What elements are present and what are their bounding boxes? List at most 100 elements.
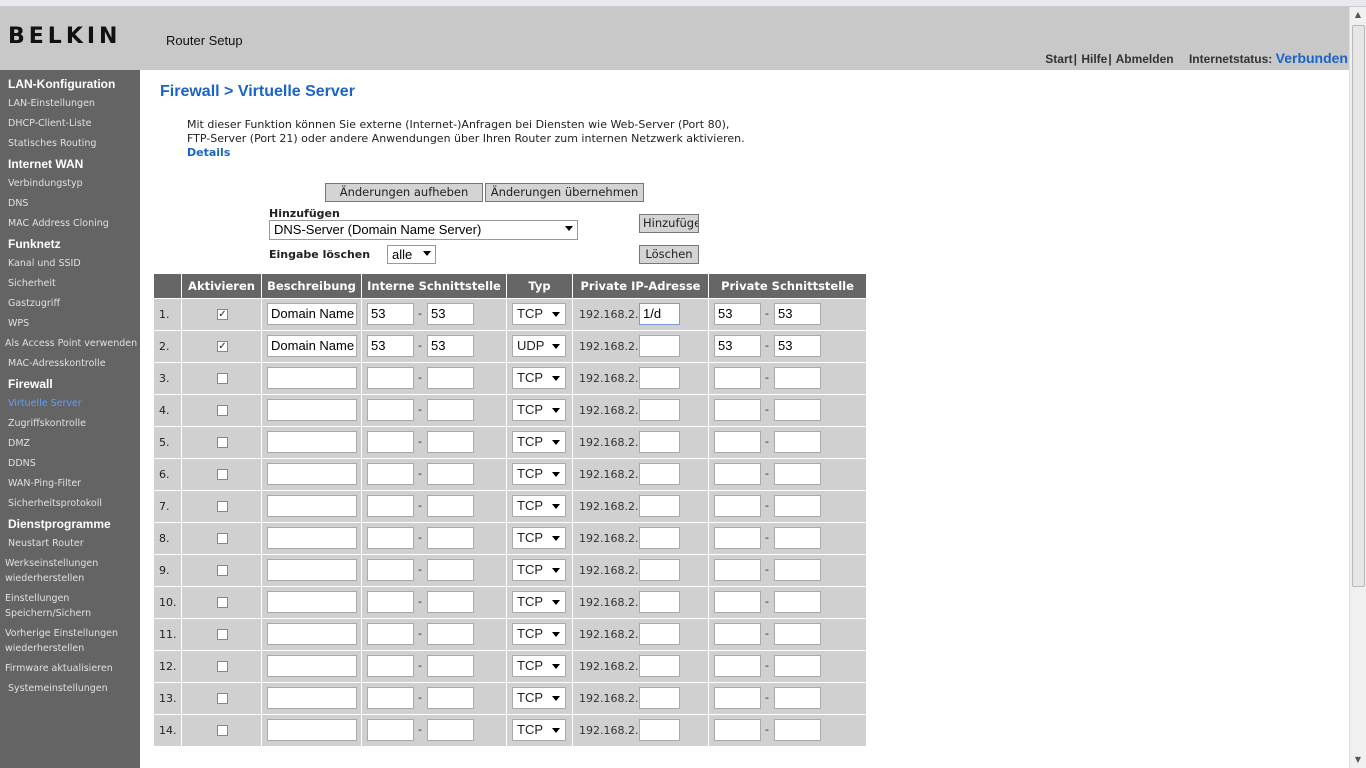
sidebar-item[interactable]: Statisches Routing xyxy=(0,134,140,154)
private-ip-input[interactable]: 1/d xyxy=(639,303,680,325)
sidebar-item[interactable]: Sicherheit xyxy=(0,274,140,294)
help-link[interactable]: Hilfe xyxy=(1081,52,1107,66)
private-port-from-input[interactable]: 53 xyxy=(714,303,761,325)
description-input[interactable]: Domain Name xyxy=(267,303,357,325)
private-port-from-input[interactable]: 53 xyxy=(714,335,761,357)
private-port-from-input[interactable] xyxy=(714,559,761,581)
internal-port-to-input[interactable] xyxy=(427,719,474,741)
sidebar-item[interactable]: DHCP-Client-Liste xyxy=(0,114,140,134)
private-port-to-input[interactable] xyxy=(774,495,821,517)
private-port-from-input[interactable] xyxy=(714,623,761,645)
internal-port-to-input[interactable] xyxy=(427,463,474,485)
internal-port-from-input[interactable] xyxy=(367,687,414,709)
private-port-to-input[interactable]: 53 xyxy=(774,303,821,325)
sidebar-item[interactable]: Kanal und SSID xyxy=(0,254,140,274)
description-input[interactable] xyxy=(267,527,357,549)
private-port-to-input[interactable] xyxy=(774,687,821,709)
type-select[interactable]: TCP xyxy=(512,591,566,613)
sidebar-item[interactable]: Virtuelle Server xyxy=(0,394,140,414)
internal-port-from-input[interactable] xyxy=(367,655,414,677)
private-ip-input[interactable] xyxy=(639,463,680,485)
internal-port-to-input[interactable] xyxy=(427,591,474,613)
internal-port-to-input[interactable] xyxy=(427,367,474,389)
sidebar-item[interactable]: Firmware aktualisieren xyxy=(0,659,140,679)
start-link[interactable]: Start xyxy=(1045,52,1072,66)
private-port-to-input[interactable] xyxy=(774,559,821,581)
enable-checkbox[interactable] xyxy=(217,629,228,640)
type-select[interactable]: TCP xyxy=(512,303,566,325)
description-input[interactable] xyxy=(267,623,357,645)
sidebar-item[interactable]: WPS xyxy=(0,314,140,334)
private-ip-input[interactable] xyxy=(639,527,680,549)
private-ip-input[interactable] xyxy=(639,719,680,741)
details-link[interactable]: Details xyxy=(187,146,230,159)
private-ip-input[interactable] xyxy=(639,687,680,709)
private-ip-input[interactable] xyxy=(639,559,680,581)
private-ip-input[interactable] xyxy=(639,623,680,645)
private-port-to-input[interactable] xyxy=(774,623,821,645)
sidebar-item[interactable]: Sicherheitsprotokoll xyxy=(0,494,140,514)
scroll-down-icon[interactable]: ▼ xyxy=(1350,752,1366,768)
type-select[interactable]: TCP xyxy=(512,399,566,421)
enable-checkbox[interactable] xyxy=(217,501,228,512)
enable-checkbox[interactable] xyxy=(217,565,228,576)
type-select[interactable]: TCP xyxy=(512,367,566,389)
sidebar-item[interactable]: Vorherige Einstellungen wiederherstellen xyxy=(0,624,140,659)
internal-port-to-input[interactable] xyxy=(427,399,474,421)
private-ip-input[interactable] xyxy=(639,655,680,677)
private-port-to-input[interactable] xyxy=(774,719,821,741)
internal-port-to-input[interactable] xyxy=(427,623,474,645)
sidebar-item[interactable]: Neustart Router xyxy=(0,534,140,554)
revert-changes-button[interactable]: Änderungen aufheben xyxy=(325,183,483,202)
internal-port-from-input[interactable] xyxy=(367,527,414,549)
sidebar-item[interactable]: WAN-Ping-Filter xyxy=(0,474,140,494)
internal-port-to-input[interactable] xyxy=(427,559,474,581)
sidebar-item[interactable]: Als Access Point verwenden xyxy=(0,334,140,354)
internal-port-to-input[interactable] xyxy=(427,527,474,549)
sidebar-item[interactable]: Einstellungen Speichern/Sichern xyxy=(0,589,140,624)
private-port-from-input[interactable] xyxy=(714,591,761,613)
internal-port-from-input[interactable] xyxy=(367,559,414,581)
private-port-from-input[interactable] xyxy=(714,367,761,389)
internal-port-to-input[interactable] xyxy=(427,687,474,709)
enable-checkbox[interactable] xyxy=(217,597,228,608)
apply-changes-button[interactable]: Änderungen übernehmen xyxy=(485,183,644,202)
private-port-from-input[interactable] xyxy=(714,399,761,421)
private-port-from-input[interactable] xyxy=(714,463,761,485)
internal-port-to-input[interactable] xyxy=(427,655,474,677)
private-port-from-input[interactable] xyxy=(714,719,761,741)
vertical-scrollbar[interactable]: ▲ ▼ xyxy=(1349,7,1366,768)
internal-port-from-input[interactable] xyxy=(367,367,414,389)
sidebar-item[interactable]: Verbindungstyp xyxy=(0,174,140,194)
private-port-to-input[interactable]: 53 xyxy=(774,335,821,357)
internal-port-from-input[interactable] xyxy=(367,719,414,741)
type-select[interactable]: UDP xyxy=(512,335,566,357)
enable-checkbox[interactable]: ✓ xyxy=(217,309,228,320)
type-select[interactable]: TCP xyxy=(512,655,566,677)
private-ip-input[interactable] xyxy=(639,335,680,357)
enable-checkbox[interactable] xyxy=(217,373,228,384)
type-select[interactable]: TCP xyxy=(512,687,566,709)
enable-checkbox[interactable] xyxy=(217,693,228,704)
enable-checkbox[interactable] xyxy=(217,405,228,416)
internal-port-from-input[interactable] xyxy=(367,431,414,453)
private-port-from-input[interactable] xyxy=(714,687,761,709)
internal-port-from-input[interactable] xyxy=(367,623,414,645)
internal-port-to-input[interactable]: 53 xyxy=(427,303,474,325)
scroll-up-icon[interactable]: ▲ xyxy=(1350,7,1366,23)
internal-port-to-input[interactable]: 53 xyxy=(427,335,474,357)
private-ip-input[interactable] xyxy=(639,495,680,517)
internal-port-from-input[interactable] xyxy=(367,399,414,421)
service-select[interactable]: DNS-Server (Domain Name Server) xyxy=(269,220,578,240)
enable-checkbox[interactable]: ✓ xyxy=(217,341,228,352)
description-input[interactable] xyxy=(267,463,357,485)
enable-checkbox[interactable] xyxy=(217,469,228,480)
sidebar-item[interactable]: DMZ xyxy=(0,434,140,454)
private-ip-input[interactable] xyxy=(639,367,680,389)
private-port-to-input[interactable] xyxy=(774,367,821,389)
private-ip-input[interactable] xyxy=(639,591,680,613)
private-port-to-input[interactable] xyxy=(774,399,821,421)
sidebar-item[interactable]: Werkseinstellungen wiederherstellen xyxy=(0,554,140,589)
internal-port-to-input[interactable] xyxy=(427,431,474,453)
description-input[interactable] xyxy=(267,559,357,581)
